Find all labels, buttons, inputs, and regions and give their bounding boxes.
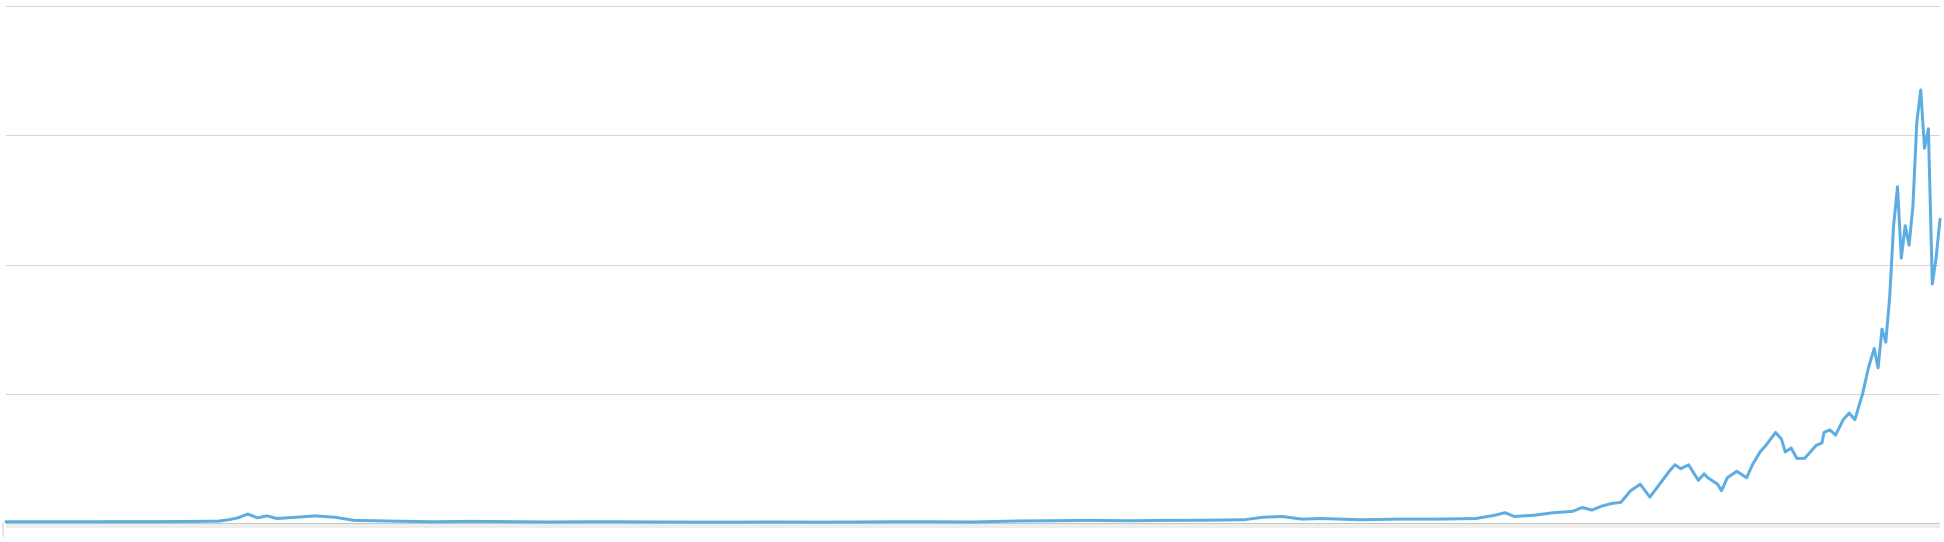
gridlines bbox=[6, 6, 1940, 395]
chart-canvas bbox=[2, 6, 1942, 537]
x-axis-baseline bbox=[2, 523, 1940, 537]
series-line bbox=[4, 88, 1942, 524]
series-layer bbox=[4, 88, 1942, 524]
line-chart bbox=[0, 0, 1944, 542]
